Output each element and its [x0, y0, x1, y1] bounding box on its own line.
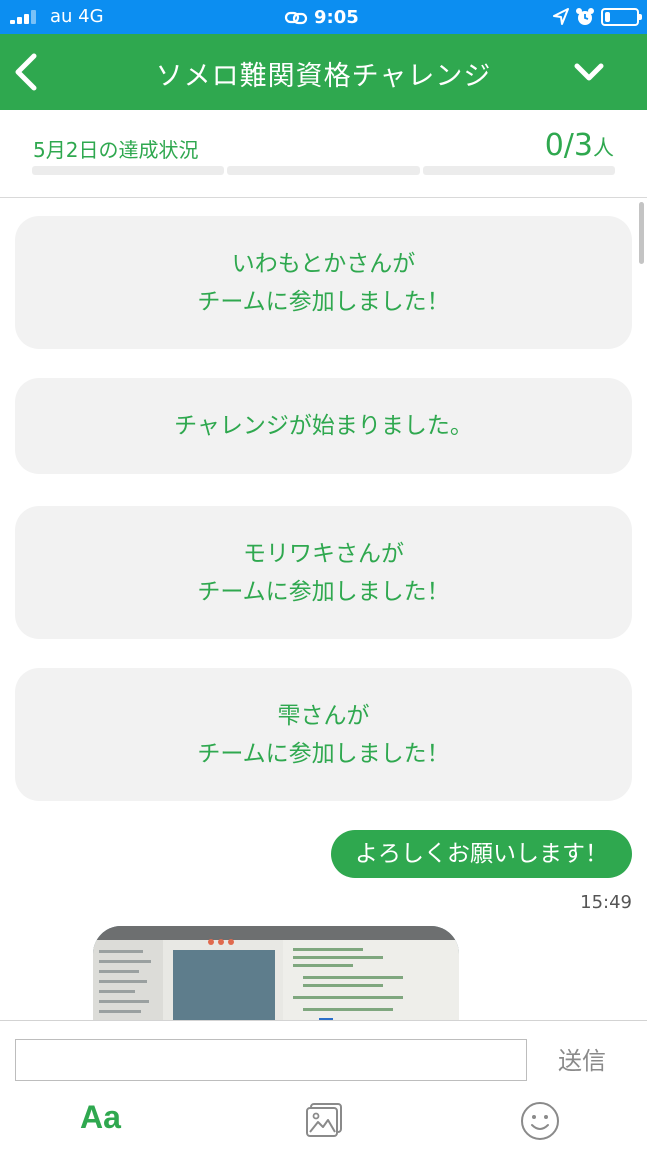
system-message-start: チャレンジが始まりました。 [15, 378, 632, 474]
carrier-label: au 4G [50, 6, 104, 27]
progress-count: 0/3人 [544, 128, 614, 163]
system-message-join: 雫さんが チームに参加しました！ [15, 668, 632, 801]
photo-content [93, 926, 459, 1020]
location-arrow-icon [553, 8, 569, 25]
photo-thumbnail[interactable] [93, 926, 459, 1020]
app-header: ソメロ難関資格チャレンジ [0, 34, 647, 110]
page-title: ソメロ難関資格チャレンジ [155, 61, 492, 92]
signal-icon [10, 10, 38, 24]
send-button[interactable]: 送信 [558, 1041, 606, 1076]
progress-segment [32, 166, 225, 175]
chevron-down-icon[interactable] [571, 56, 607, 88]
message-input[interactable] [15, 1039, 527, 1081]
text-mode-button[interactable]: Aa [80, 1099, 121, 1136]
image-icon[interactable] [304, 1101, 344, 1139]
my-message-bubble[interactable]: よろしくお願いします！ [331, 830, 632, 878]
chat-timeline[interactable]: いわもとかさんが チームに参加しました！ チャレンジが始まりました。 モリワキさ… [0, 198, 647, 1020]
system-message-join: いわもとかさんが チームに参加しました！ [15, 216, 632, 349]
status-time: 9:05 [314, 7, 359, 28]
scrollbar[interactable] [639, 202, 644, 264]
progress-segment [227, 166, 420, 175]
progress-bar [32, 166, 615, 175]
emoji-icon[interactable] [519, 1100, 561, 1142]
composer: 送信 Aa [0, 1020, 647, 1151]
link-icon [284, 11, 308, 24]
progress-segment [422, 166, 615, 175]
back-chevron-icon[interactable] [8, 50, 48, 94]
status-bar: au 4G 9:05 [0, 0, 647, 34]
system-message-join: モリワキさんが チームに参加しました！ [15, 506, 632, 639]
battery-icon [601, 8, 642, 26]
alarm-icon [576, 8, 594, 25]
message-timestamp: 15:49 [580, 892, 632, 913]
daily-progress[interactable]: 5月2日の達成状況 0/3人 [0, 110, 647, 198]
progress-label: 5月2日の達成状況 [33, 138, 199, 162]
